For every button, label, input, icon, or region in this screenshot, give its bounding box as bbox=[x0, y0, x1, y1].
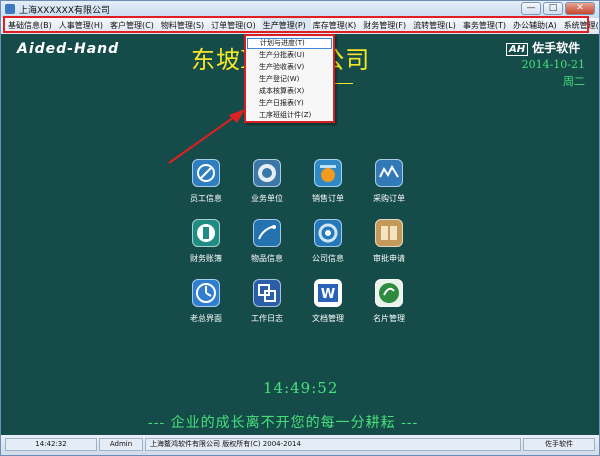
brand-right: AH 佐手软件 bbox=[506, 39, 580, 56]
tile-employee-info[interactable]: 员工信息 bbox=[174, 159, 238, 215]
app-icon bbox=[5, 4, 15, 14]
status-bar: 14:42:32 Admin 上海鳌鸿软件有限公司 版权所有(C) 2004-2… bbox=[1, 435, 599, 455]
menu-system[interactable]: 系统管理(M) bbox=[562, 18, 599, 34]
sales-order-icon bbox=[314, 159, 342, 187]
tile-label: 工作日志 bbox=[251, 314, 283, 323]
company-info-icon bbox=[314, 219, 342, 247]
tile-item-info[interactable]: 物品信息 bbox=[235, 219, 299, 275]
brand-left-logo: Aided-Hand bbox=[17, 41, 120, 57]
work-log-icon bbox=[253, 279, 281, 307]
brand-name: 佐手软件 bbox=[532, 41, 581, 55]
business-unit-icon bbox=[253, 159, 281, 187]
status-copyright: 上海鳌鸿软件有限公司 版权所有(C) 2004-2014 bbox=[145, 438, 521, 451]
tile-document[interactable]: W 文档管理 bbox=[296, 279, 360, 335]
dd-piecework[interactable]: 工序班组计件(Z) bbox=[247, 110, 332, 121]
menu-basic-info[interactable]: 基础信息(B) bbox=[6, 18, 57, 34]
tile-sales-order[interactable]: 销售订单 bbox=[296, 159, 360, 215]
menu-personnel[interactable]: 人事管理(H) bbox=[57, 18, 108, 34]
tile-company-info[interactable]: 公司信息 bbox=[296, 219, 360, 275]
status-time: 14:42:32 bbox=[5, 438, 97, 451]
status-user: Admin bbox=[99, 438, 143, 451]
menu-office[interactable]: 办公辅助(A) bbox=[511, 18, 562, 34]
boss-view-icon bbox=[192, 279, 220, 307]
weekday-display: 周二 bbox=[563, 75, 585, 88]
dd-plan-progress[interactable]: 计划与进度(T) bbox=[247, 38, 332, 49]
dd-production-register[interactable]: 生产登记(W) bbox=[247, 74, 332, 85]
maximize-button[interactable]: □ bbox=[543, 2, 563, 15]
tile-label: 审批申请 bbox=[373, 254, 405, 263]
app-window: 上海XXXXXX有限公司 — □ ✕ 基础信息(B) 人事管理(H) 客户管理(… bbox=[0, 0, 600, 456]
svg-text:W: W bbox=[321, 287, 335, 302]
document-icon: W bbox=[314, 279, 342, 307]
tile-label: 销售订单 bbox=[312, 194, 344, 203]
menu-finance[interactable]: 财务管理(F) bbox=[361, 18, 411, 34]
minimize-button[interactable]: — bbox=[521, 2, 541, 15]
dd-cost-accounting[interactable]: 成本核算表(X) bbox=[247, 86, 332, 97]
tile-purchase-order[interactable]: 采购订单 bbox=[357, 159, 421, 215]
menu-production[interactable]: 生产管理(P) bbox=[260, 18, 311, 34]
tile-business-card[interactable]: 名片管理 bbox=[357, 279, 421, 335]
menu-orders[interactable]: 订单管理(O) bbox=[209, 18, 261, 34]
business-card-icon bbox=[375, 279, 403, 307]
tile-label: 业务单位 bbox=[251, 194, 283, 203]
dd-daily-report[interactable]: 生产日报表(Y) bbox=[247, 98, 332, 109]
close-button[interactable]: ✕ bbox=[565, 2, 595, 15]
window-title: 上海XXXXXX有限公司 bbox=[19, 6, 110, 16]
tile-finance-ledger[interactable]: 财务账簿 bbox=[174, 219, 238, 275]
tile-label: 名片管理 bbox=[373, 314, 405, 323]
slogan: --- 企业的成长离不开您的每一分耕耘 --- bbox=[148, 415, 419, 431]
dd-acceptance-table[interactable]: 生产验收表(V) bbox=[247, 62, 332, 73]
tile-label: 公司信息 bbox=[312, 254, 344, 263]
status-product: 佐手软件 bbox=[523, 438, 595, 451]
tile-label: 老总界面 bbox=[190, 314, 222, 323]
date-display: 2014-10-21 bbox=[521, 58, 585, 71]
item-info-icon bbox=[253, 219, 281, 247]
clock-display: 14:49:52 bbox=[263, 379, 339, 397]
title-bar: 上海XXXXXX有限公司 — □ ✕ bbox=[1, 1, 599, 18]
menu-bar: 基础信息(B) 人事管理(H) 客户管理(C) 物料管理(S) 订单管理(O) … bbox=[1, 18, 599, 34]
menu-materials[interactable]: 物料管理(S) bbox=[159, 18, 209, 34]
tile-work-log[interactable]: 工作日志 bbox=[235, 279, 299, 335]
dd-batch-table[interactable]: 生产分批表(U) bbox=[247, 50, 332, 61]
menu-customer[interactable]: 客户管理(C) bbox=[108, 18, 159, 34]
purchase-order-icon bbox=[375, 159, 403, 187]
tile-label: 物品信息 bbox=[251, 254, 283, 263]
approval-request-icon bbox=[375, 219, 403, 247]
tile-label: 员工信息 bbox=[190, 194, 222, 203]
tile-label: 财务账簿 bbox=[190, 254, 222, 263]
finance-ledger-icon bbox=[192, 219, 220, 247]
tile-boss-view[interactable]: 老总界面 bbox=[174, 279, 238, 335]
production-dropdown-menu: 计划与进度(T) 生产分批表(U) 生产验收表(V) 生产登记(W) 成本核算表… bbox=[244, 34, 335, 123]
menu-inventory[interactable]: 库存管理(K) bbox=[311, 18, 362, 34]
menu-affairs[interactable]: 事务管理(T) bbox=[461, 18, 511, 34]
tile-approval-request[interactable]: 审批申请 bbox=[357, 219, 421, 275]
brand-logo-icon: AH bbox=[506, 43, 529, 56]
employee-icon bbox=[192, 159, 220, 187]
tile-label: 文档管理 bbox=[312, 314, 344, 323]
tile-business-unit[interactable]: 业务单位 bbox=[235, 159, 299, 215]
tile-label: 采购订单 bbox=[373, 194, 405, 203]
menu-circulation[interactable]: 流转管理(L) bbox=[411, 18, 461, 34]
